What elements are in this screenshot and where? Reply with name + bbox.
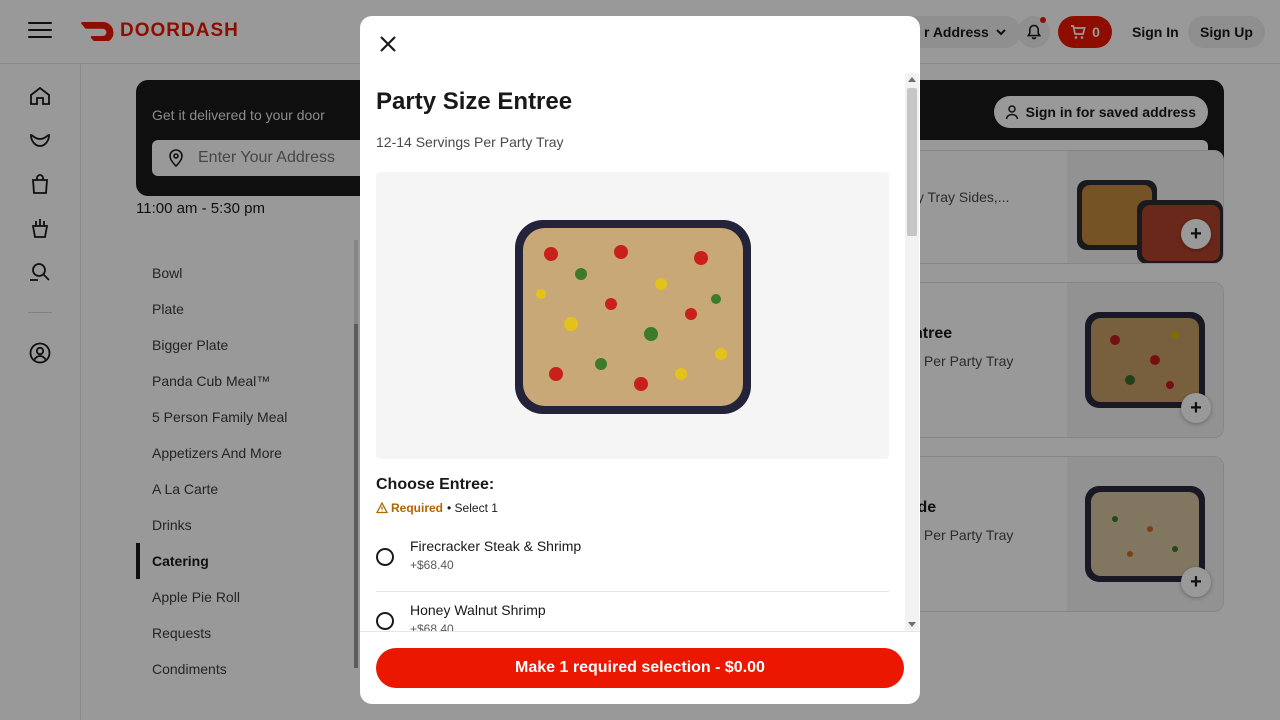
- add-to-cart-button[interactable]: Make 1 required selection - $0.00: [376, 648, 904, 688]
- option-requirement: Required • Select 1: [376, 501, 498, 515]
- scroll-up-arrow[interactable]: [908, 77, 916, 82]
- modal-scroll-area: Party Size Entree 12-14 Servings Per Par…: [360, 72, 920, 632]
- item-modal: Party Size Entree 12-14 Servings Per Par…: [360, 16, 920, 704]
- option-price: +$68.40: [410, 558, 454, 572]
- item-image: [376, 172, 889, 459]
- footer-divider: [360, 631, 920, 632]
- scrollbar-thumb[interactable]: [907, 88, 917, 236]
- required-badge: Required: [376, 501, 443, 515]
- option-group-title: Choose Entree:: [376, 476, 495, 493]
- option-item[interactable]: Firecracker Steak & Shrimp +$68.40: [376, 528, 889, 592]
- modal-scrollbar[interactable]: [905, 74, 919, 630]
- option-name: Honey Walnut Shrimp: [410, 602, 546, 618]
- option-item[interactable]: Honey Walnut Shrimp +$68.40: [376, 592, 889, 632]
- radio-button[interactable]: [376, 548, 394, 566]
- item-title: Party Size Entree: [376, 88, 573, 115]
- close-icon[interactable]: [376, 32, 400, 56]
- option-name: Firecracker Steak & Shrimp: [410, 538, 582, 554]
- warning-icon: [376, 502, 388, 514]
- item-subtitle: 12-14 Servings Per Party Tray: [376, 134, 564, 150]
- scroll-down-arrow[interactable]: [908, 622, 916, 627]
- radio-button[interactable]: [376, 612, 394, 630]
- select-hint: • Select 1: [447, 501, 498, 515]
- required-label: Required: [391, 501, 444, 515]
- party-tray-image: [514, 219, 751, 414]
